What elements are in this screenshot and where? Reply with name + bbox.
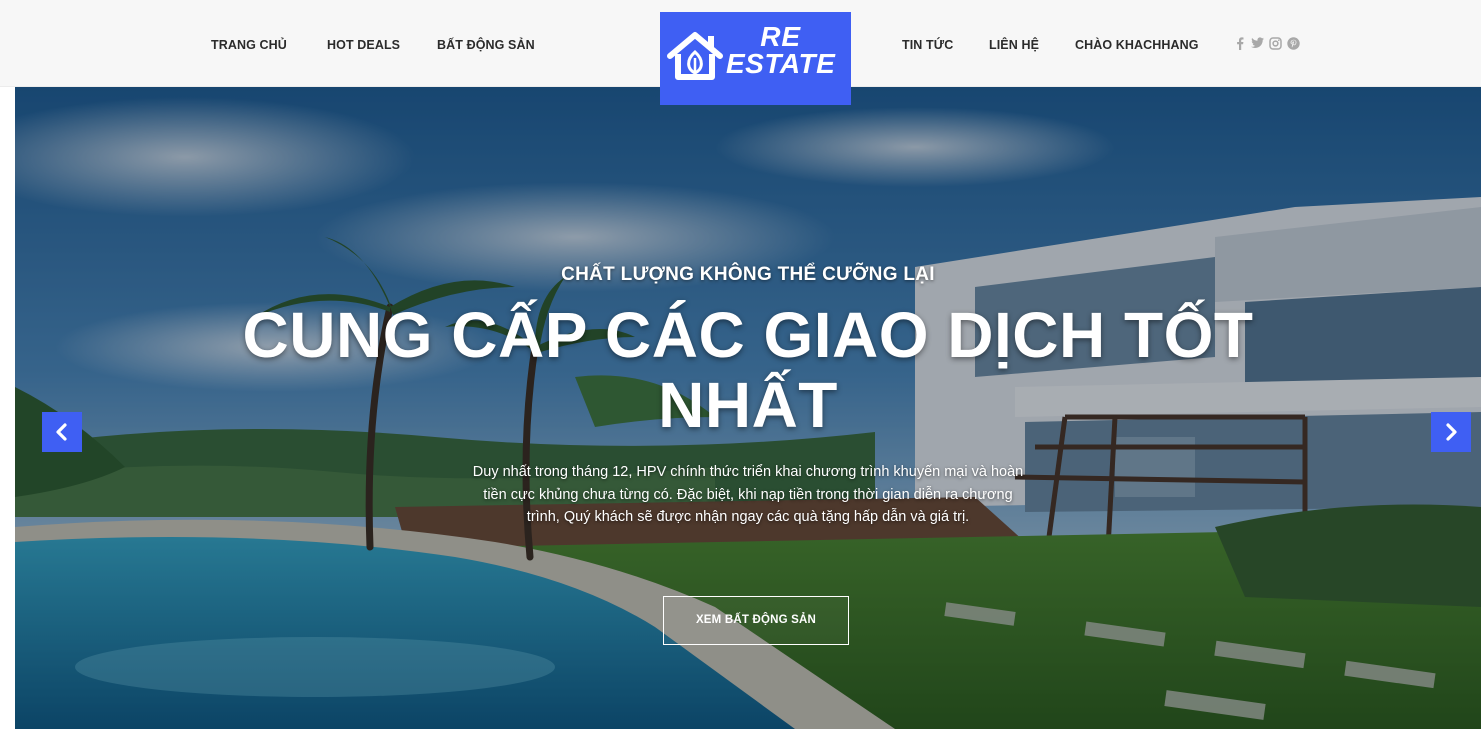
chevron-right-icon (1446, 423, 1457, 441)
chevron-left-icon (56, 423, 67, 441)
nav-item-news[interactable]: TIN TỨC (902, 38, 953, 52)
nav-item-greeting[interactable]: CHÀO KHACHHANG (1075, 38, 1199, 52)
social-links (1233, 36, 1300, 50)
brand-wordmark: RE ESTATE (726, 23, 835, 78)
nav-item-hot-deals[interactable]: HOT DEALS (327, 38, 400, 52)
hero-slider: CHẤT LƯỢNG KHÔNG THỂ CƯỠNG LẠI CUNG CẤP … (15, 87, 1481, 729)
view-real-estate-button[interactable]: XEM BẤT ĐỘNG SẢN (663, 596, 849, 645)
twitter-icon[interactable] (1251, 36, 1264, 50)
house-leaf-icon (667, 32, 723, 80)
nav-item-real-estate[interactable]: BẤT ĐỘNG SẢN (437, 38, 535, 52)
logo-line-estate: ESTATE (726, 48, 836, 79)
hero-description: Duy nhất trong tháng 12, HPV chính thức … (472, 464, 1024, 525)
logo-line-re: RE (760, 21, 802, 52)
pinterest-icon[interactable] (1287, 36, 1300, 50)
brand-logo[interactable]: RE ESTATE (660, 12, 851, 105)
instagram-icon[interactable] (1269, 36, 1282, 50)
nav-item-contact[interactable]: LIÊN HỆ (989, 38, 1039, 52)
hero-title: CUNG CẤP CÁC GIAO DỊCH TỐT NHẤT (242, 299, 1254, 441)
nav-item-home[interactable]: TRANG CHỦ (211, 38, 287, 52)
slider-next-button[interactable] (1431, 412, 1471, 452)
hero-subtitle: CHẤT LƯỢNG KHÔNG THỂ CƯỠNG LẠI (561, 264, 935, 285)
slider-prev-button[interactable] (42, 412, 82, 452)
facebook-icon[interactable] (1233, 36, 1246, 50)
